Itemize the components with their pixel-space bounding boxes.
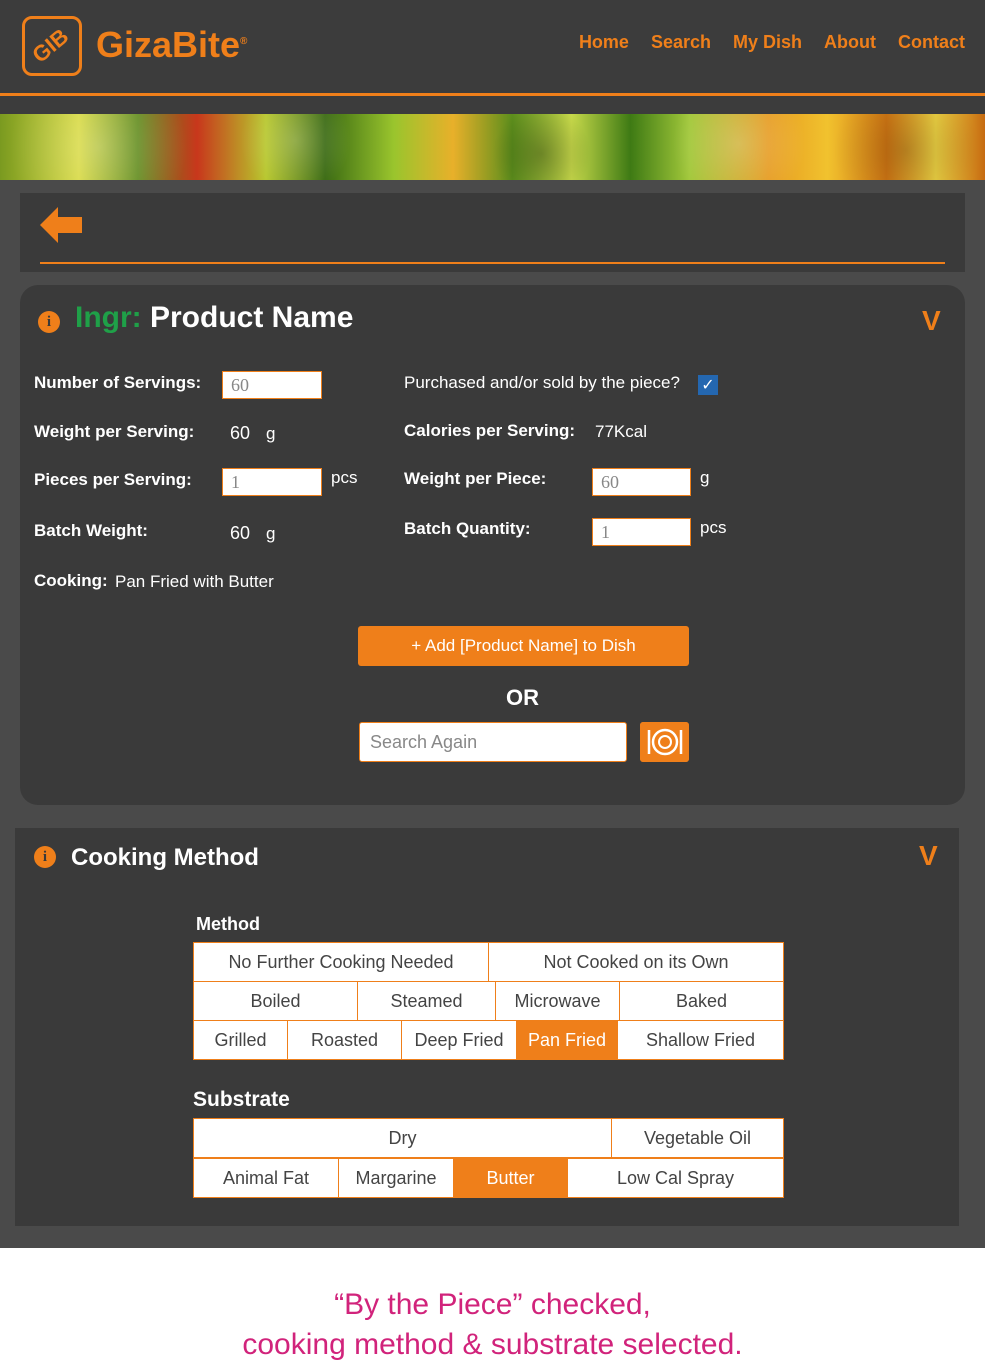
- caption-line-2: cooking method & substrate selected.: [242, 1328, 743, 1361]
- method-option[interactable]: Roasted: [288, 1021, 402, 1059]
- substrate-option[interactable]: Low Cal Spray: [568, 1159, 783, 1197]
- caption-line-1: “By the Piece” checked,: [334, 1288, 651, 1321]
- method-option-selected[interactable]: Pan Fried: [517, 1021, 618, 1059]
- method-option[interactable]: Boiled: [194, 982, 358, 1020]
- substrate-option[interactable]: Margarine: [339, 1159, 454, 1197]
- logo-text: GIB: [27, 23, 74, 68]
- nav-home[interactable]: Home: [579, 32, 629, 53]
- product-name: Product Name: [150, 301, 354, 334]
- batch-quantity-input[interactable]: 1: [592, 518, 691, 546]
- add-to-dish-button[interactable]: + Add [Product Name] to Dish: [358, 626, 689, 666]
- cooking-method-title: Cooking Method: [71, 844, 259, 871]
- method-option[interactable]: Deep Fried: [402, 1021, 517, 1059]
- substrate-row-1: Dry Vegetable Oil: [193, 1118, 784, 1158]
- back-bar-divider: [40, 262, 945, 264]
- search-again-input[interactable]: Search Again: [359, 722, 627, 762]
- servings-input[interactable]: 60: [222, 371, 322, 399]
- cooking-collapse-chevron-icon[interactable]: V: [919, 840, 938, 872]
- method-row-3: Grilled Roasted Deep Fried Pan Fried Sha…: [193, 1020, 784, 1060]
- header-gap: [0, 96, 985, 114]
- batch-weight-value: 60: [230, 523, 251, 543]
- substrate-heading: Substrate: [193, 1088, 290, 1111]
- substrate-option[interactable]: Vegetable Oil: [612, 1119, 783, 1157]
- method-option[interactable]: No Further Cooking Needed: [194, 943, 489, 981]
- method-heading: Method: [196, 914, 260, 934]
- pieces-per-serving-input[interactable]: 1: [222, 468, 322, 496]
- weight-per-serving-unit: g: [266, 424, 276, 443]
- batch-weight-label: Batch Weight:: [34, 521, 148, 540]
- site-header: GIB GizaBite® Home Search My Dish About …: [0, 0, 985, 96]
- method-option[interactable]: Baked: [620, 982, 783, 1020]
- brand-text: GizaBite: [96, 24, 241, 65]
- calories-value: 77Kcal: [595, 422, 647, 441]
- nav-contact[interactable]: Contact: [898, 32, 965, 53]
- info-icon[interactable]: i: [38, 311, 60, 333]
- substrate-option[interactable]: Animal Fat: [194, 1159, 339, 1197]
- pieces-per-serving-label: Pieces per Serving:: [34, 470, 192, 489]
- app-frame: GIB GizaBite® Home Search My Dish About …: [0, 0, 985, 1248]
- batch-quantity-unit: pcs: [700, 518, 727, 537]
- nav-my-dish[interactable]: My Dish: [733, 32, 802, 53]
- method-option[interactable]: Microwave: [496, 982, 620, 1020]
- back-arrow-icon[interactable]: [40, 207, 84, 243]
- method-row-2: Boiled Steamed Microwave Baked: [193, 981, 784, 1021]
- servings-label: Number of Servings:: [34, 373, 202, 392]
- dish-search-icon[interactable]: [640, 722, 689, 762]
- method-option[interactable]: Steamed: [358, 982, 496, 1020]
- method-option[interactable]: Not Cooked on its Own: [489, 943, 783, 981]
- weight-per-serving-value: 60: [230, 423, 251, 443]
- weight-per-serving-label: Weight per Serving:: [34, 422, 195, 441]
- method-option[interactable]: Shallow Fried: [618, 1021, 783, 1059]
- product-panel: i Ingr: Product Name V Number of Serving…: [20, 285, 965, 805]
- cooking-info-icon[interactable]: i: [34, 846, 56, 868]
- or-divider-text: OR: [506, 685, 539, 710]
- cooking-method-panel: i Cooking Method V Method No Further Coo…: [15, 828, 959, 1226]
- batch-quantity-label: Batch Quantity:: [404, 519, 531, 538]
- peppers-banner-image: [0, 114, 985, 180]
- method-row-1: No Further Cooking Needed Not Cooked on …: [193, 942, 784, 982]
- back-bar: [20, 193, 965, 272]
- by-piece-label: Purchased and/or sold by the piece?: [404, 373, 680, 392]
- product-title: Ingr: Product Name: [75, 301, 353, 335]
- collapse-chevron-icon[interactable]: V: [922, 305, 941, 337]
- calories-label: Calories per Serving:: [404, 421, 576, 440]
- cooking-label: Cooking:: [34, 571, 108, 590]
- method-option[interactable]: Grilled: [194, 1021, 288, 1059]
- logo-icon[interactable]: GIB: [22, 16, 82, 76]
- substrate-row-2: Animal Fat Margarine Butter Low Cal Spra…: [193, 1158, 784, 1198]
- batch-weight-unit: g: [266, 524, 276, 543]
- substrate-option[interactable]: Dry: [194, 1119, 612, 1157]
- substrate-option-selected[interactable]: Butter: [454, 1159, 568, 1197]
- weight-per-piece-unit: g: [700, 468, 710, 487]
- brand-mark: ®: [240, 36, 248, 47]
- nav-search[interactable]: Search: [651, 32, 711, 53]
- nav-about[interactable]: About: [824, 32, 876, 53]
- weight-per-piece-input[interactable]: 60: [592, 468, 691, 496]
- cooking-value: Pan Fried with Butter: [115, 572, 274, 591]
- by-piece-checkbox[interactable]: ✓: [698, 375, 718, 395]
- main-nav: Home Search My Dish About Contact: [557, 32, 965, 53]
- pieces-unit: pcs: [331, 468, 358, 487]
- ingr-prefix: Ingr:: [75, 301, 142, 334]
- brand-name[interactable]: GizaBite®: [96, 24, 247, 66]
- weight-per-piece-label: Weight per Piece:: [404, 469, 547, 488]
